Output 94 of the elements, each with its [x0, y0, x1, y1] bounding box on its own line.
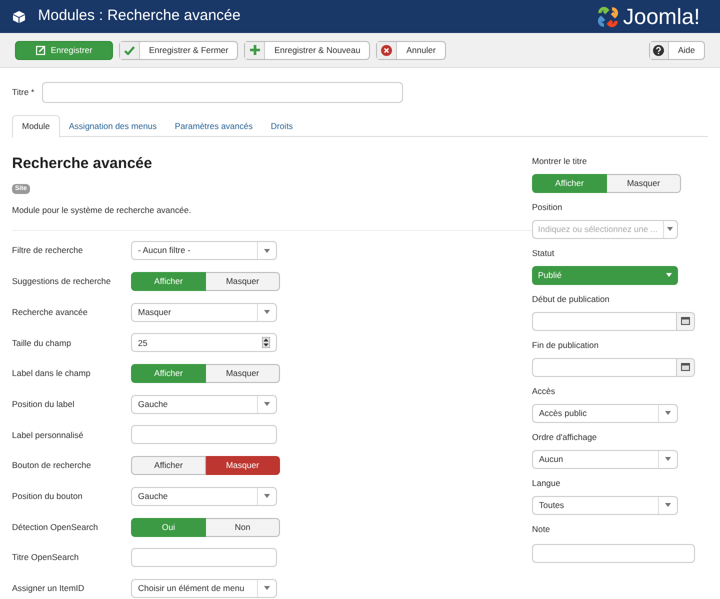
- field-label: Position du label: [12, 398, 76, 411]
- text-field[interactable]: [532, 544, 695, 564]
- check-icon: [124, 46, 135, 54]
- toggle-option[interactable]: Masquer: [607, 174, 681, 193]
- field-label: Suggestions de recherche: [12, 275, 112, 288]
- save-button[interactable]: Enregistrer: [15, 40, 113, 60]
- caret-icon: [264, 586, 270, 590]
- toolbar-button[interactable]: Enregistrer & Nouveau: [244, 40, 370, 60]
- field-label: Note: [532, 523, 551, 536]
- toggle-option[interactable]: Masquer: [206, 456, 280, 476]
- field-label: Bouton de recherche: [12, 459, 92, 472]
- date-field[interactable]: [532, 312, 677, 331]
- toggle-option[interactable]: Masquer: [206, 272, 280, 292]
- field-label: Titre OpenSearch: [12, 551, 80, 564]
- select-field[interactable]: Choisir un élément de menu: [131, 578, 277, 598]
- toggle-option[interactable]: Afficher: [131, 456, 206, 476]
- select-field[interactable]: Gauche: [131, 394, 277, 414]
- select-value: - Aucun filtre -: [137, 244, 192, 258]
- toggle-option[interactable]: Afficher: [532, 174, 607, 193]
- number-value: 25: [138, 336, 148, 350]
- select-field[interactable]: - Aucun filtre -: [131, 241, 277, 260]
- caret-icon: [665, 503, 671, 508]
- help-button[interactable]: Aide: [648, 40, 705, 60]
- toggle-option[interactable]: Afficher: [131, 364, 206, 384]
- tab[interactable]: Paramètres avancés: [166, 115, 262, 138]
- logo-text: Joomla!: [622, 6, 700, 28]
- page-title: Modules : Recherche avancée: [38, 6, 241, 26]
- date-field[interactable]: [532, 358, 677, 377]
- field-label: Statut: [532, 247, 556, 260]
- cancel-icon: [381, 44, 392, 56]
- status-value: Publié: [538, 268, 562, 282]
- field-label: Taille du champ: [12, 336, 72, 350]
- toggle-option[interactable]: Masquer: [206, 364, 280, 384]
- toggle-option[interactable]: Afficher: [131, 272, 206, 292]
- field-label: Détection OpenSearch: [12, 520, 99, 534]
- field-label: Accès: [532, 385, 556, 398]
- text-field[interactable]: [131, 548, 277, 568]
- toolbar-button[interactable]: Enregistrer & Fermer: [119, 40, 238, 60]
- calendar-icon: [681, 363, 690, 372]
- caret-icon: [264, 494, 270, 498]
- select-value: Choisir un élément de menu: [137, 582, 246, 595]
- cube-icon: [12, 10, 26, 24]
- field-label: Assigner un ItemID: [12, 582, 86, 595]
- module-heading: Recherche avancée: [12, 155, 154, 174]
- select-value: Gauche: [137, 398, 169, 411]
- toggle-option[interactable]: Non: [206, 518, 280, 537]
- select-field[interactable]: Accès public: [532, 404, 678, 423]
- caret-icon: [264, 402, 270, 406]
- status-select[interactable]: Publié: [532, 266, 678, 285]
- calendar-button[interactable]: [677, 312, 695, 331]
- module-description: Module pour le système de recherche avancée.: [12, 204, 192, 216]
- toggle-option[interactable]: Oui: [131, 518, 206, 537]
- select-field[interactable]: Aucun: [532, 450, 678, 469]
- select-field[interactable]: Gauche: [131, 486, 277, 506]
- caret-icon: [665, 457, 671, 462]
- select-field[interactable]: Toutes: [532, 496, 678, 515]
- field-label: Position du bouton: [12, 490, 84, 503]
- field-label: Label personnalisé: [12, 428, 84, 442]
- caret-icon: [264, 248, 270, 253]
- field-label: Position: [532, 201, 564, 214]
- field-label: Ordre d'affichage: [532, 431, 598, 444]
- field-label: Recherche avancée: [12, 306, 89, 319]
- field-label: Filtre de recherche: [12, 244, 84, 258]
- field-label: Titre *: [12, 86, 36, 99]
- tab[interactable]: Module: [12, 115, 60, 138]
- select-value: Toutes: [538, 498, 566, 512]
- spinner-icon[interactable]: [262, 337, 270, 348]
- title-field[interactable]: [42, 82, 403, 103]
- field-label: Fin de publication: [532, 339, 600, 352]
- toolbar-button[interactable]: Annuler: [376, 40, 446, 60]
- field-label: Label dans le champ: [12, 367, 92, 380]
- caret-icon: [665, 411, 671, 416]
- select-value: Aucun: [538, 452, 564, 466]
- caret-icon: [264, 310, 270, 314]
- select-placeholder: Indiquez ou sélectionnez une ...: [537, 222, 659, 236]
- tab[interactable]: Droits: [262, 115, 302, 138]
- tab[interactable]: Assignation des menus: [60, 115, 166, 138]
- plus-icon: [250, 45, 260, 55]
- select-field[interactable]: Masquer: [131, 302, 277, 322]
- select-value: Accès public: [538, 406, 588, 420]
- calendar-icon: [681, 317, 690, 326]
- logo-icon: [596, 4, 620, 28]
- text-field[interactable]: [131, 425, 277, 444]
- help-icon: [653, 44, 664, 56]
- field-label: Montrer le titre: [532, 155, 588, 168]
- caret-icon: [667, 227, 674, 232]
- select-value: Masquer: [137, 306, 172, 319]
- field-label: Début de publication: [532, 293, 611, 306]
- field-label: Langue: [532, 477, 562, 490]
- calendar-button[interactable]: [677, 358, 695, 377]
- edit-icon: [36, 45, 46, 55]
- number-field[interactable]: 25: [131, 333, 277, 352]
- caret-icon: [666, 273, 672, 278]
- select-value: Gauche: [137, 490, 169, 503]
